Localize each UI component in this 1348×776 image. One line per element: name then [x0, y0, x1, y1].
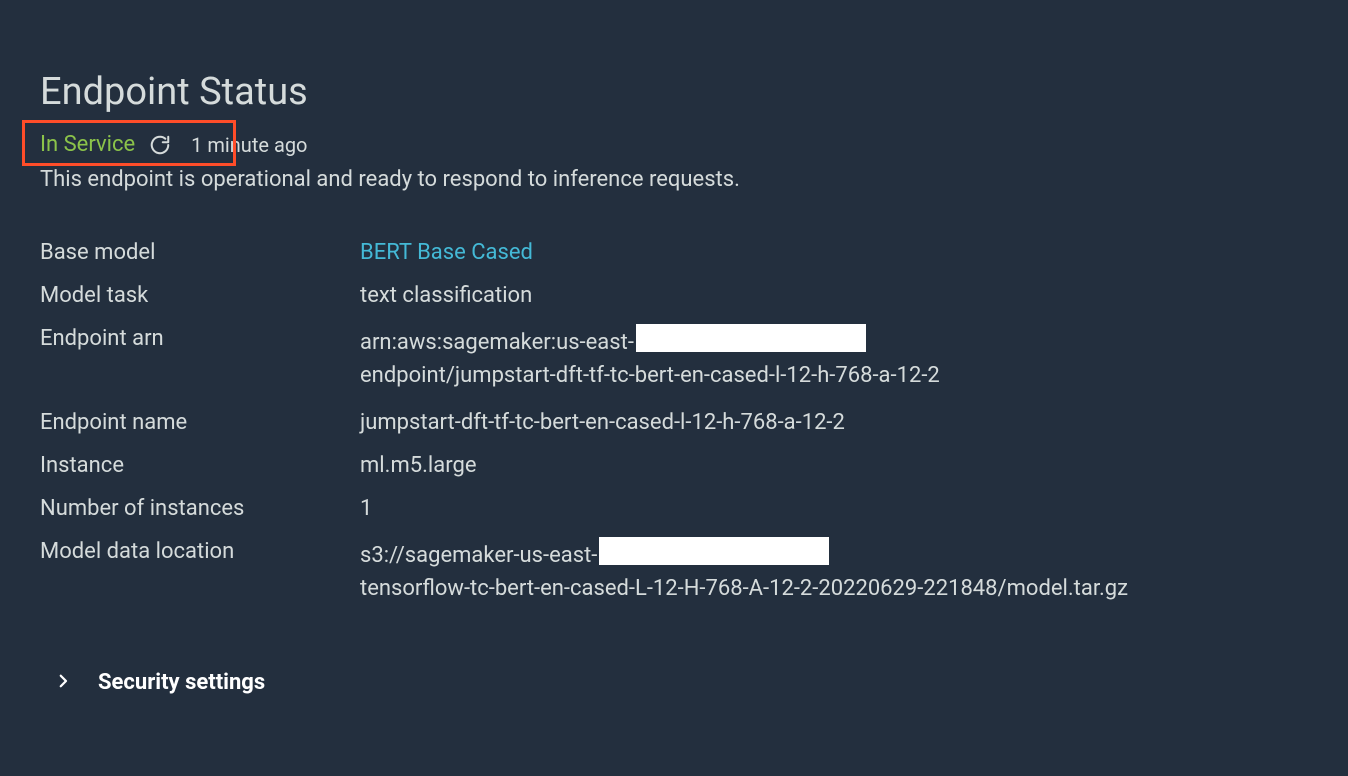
model-data-label: Model data location [40, 539, 360, 605]
num-instances-value: 1 [360, 496, 1308, 521]
refresh-icon[interactable] [149, 134, 171, 156]
security-settings-label: Security settings [98, 670, 265, 695]
model-data-value: s3://sagemaker-us-east- tensorflow-tc-be… [360, 539, 1308, 605]
base-model-link[interactable]: BERT Base Cased [360, 240, 1308, 265]
page-title: Endpoint Status [40, 70, 1308, 114]
endpoint-name-label: Endpoint name [40, 410, 360, 435]
model-task-label: Model task [40, 283, 360, 308]
base-model-label: Base model [40, 240, 360, 265]
status-badge: In Service [40, 132, 135, 157]
endpoint-arn-value: arn:aws:sagemaker:us-east- endpoint/jump… [360, 326, 1308, 392]
redacted-block [599, 537, 829, 565]
model-data-prefix: s3://sagemaker-us-east- [360, 539, 597, 572]
status-row: In Service 1 minute ago [40, 132, 1308, 157]
status-timestamp: 1 minute ago [191, 133, 307, 157]
model-task-value: text classification [360, 283, 1308, 308]
instance-label: Instance [40, 453, 360, 478]
model-data-suffix: tensorflow-tc-bert-en-cased-L-12-H-768-A… [360, 572, 1128, 605]
chevron-right-icon [54, 672, 72, 694]
security-settings-toggle[interactable]: Security settings [54, 670, 1308, 695]
endpoint-arn-suffix: endpoint/jumpstart-dft-tf-tc-bert-en-cas… [360, 359, 940, 392]
instance-value: ml.m5.large [360, 453, 1308, 478]
endpoint-arn-prefix: arn:aws:sagemaker:us-east- [360, 326, 634, 359]
status-description: This endpoint is operational and ready t… [40, 167, 1308, 192]
details-grid: Base model BERT Base Cased Model task te… [40, 240, 1308, 605]
endpoint-name-value: jumpstart-dft-tf-tc-bert-en-cased-l-12-h… [360, 410, 1308, 435]
num-instances-label: Number of instances [40, 496, 360, 521]
redacted-block [636, 324, 866, 352]
endpoint-arn-label: Endpoint arn [40, 326, 360, 392]
